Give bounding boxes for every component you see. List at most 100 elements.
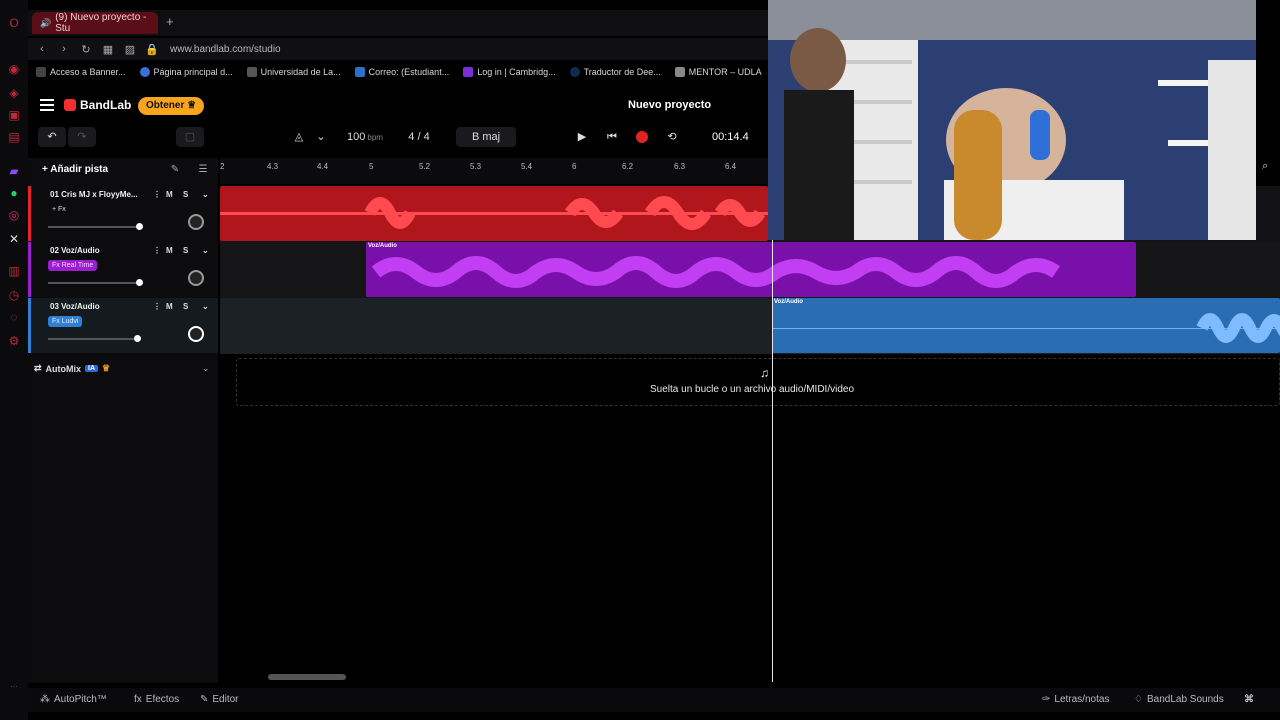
fx-button[interactable]: Fx Real Time (48, 260, 98, 271)
whatsapp-icon[interactable]: ● (7, 186, 21, 200)
volume-slider[interactable] (48, 279, 143, 286)
bookmark[interactable]: Log in | Cambridg... (463, 67, 556, 77)
volume-slider[interactable] (48, 223, 143, 230)
sidebar-app-icon[interactable]: ▣ (7, 108, 21, 122)
track-name[interactable]: 02 Voz/Audio (50, 246, 150, 255)
chevron-down-icon[interactable]: ⌄ (202, 363, 210, 374)
zoom-icon[interactable]: ⌕ (1262, 160, 1268, 173)
add-track-button[interactable]: + Añadir pista (42, 164, 108, 175)
record-button[interactable] (632, 127, 652, 147)
track-header-1[interactable]: 01 Cris MJ x FloyyMe... ⋮ M S ⌄ + Fx (28, 186, 218, 241)
volume-slider[interactable] (48, 335, 141, 342)
more-icon[interactable]: ··· (7, 680, 21, 694)
bpm-field[interactable]: 100 bpm (340, 127, 390, 147)
speaker-icon[interactable]: 🔊 (40, 18, 51, 29)
settings-icon[interactable]: ⚙ (7, 334, 21, 348)
chevron-down-icon[interactable]: ⌄ (202, 302, 209, 311)
autopitch-button[interactable]: ⁂ AutoPitch™ (40, 694, 107, 705)
track-header-3[interactable]: 03 Voz/Audio ⋮ M S ⌄ Fx Ludvi (28, 298, 218, 353)
get-membership-button[interactable]: Obtener ♕ (138, 97, 205, 115)
tabs-icon[interactable]: ▦ (100, 43, 116, 56)
sidebar-app-icon[interactable]: ◌ (7, 310, 21, 324)
opera-logo-icon[interactable]: O (7, 16, 21, 30)
bookmark[interactable]: Página principal d... (139, 67, 233, 77)
forward-icon[interactable]: › (56, 43, 72, 55)
track-header-2[interactable]: 02 Voz/Audio ⋮ M S ⌄ Fx Real Time (28, 242, 218, 297)
project-title[interactable]: Nuevo proyecto (628, 99, 711, 111)
url-field[interactable]: www.bandlab.com/studio (170, 44, 281, 55)
mixer-icon[interactable]: ☰ (196, 164, 210, 178)
new-tab-button[interactable]: + (166, 14, 174, 29)
sidebar-app-icon[interactable]: ◉ (7, 62, 21, 76)
lane-2[interactable]: Voz/Audio (220, 242, 1280, 298)
solo-button[interactable]: S (183, 190, 188, 199)
rewind-button[interactable]: ⏮ (602, 127, 622, 147)
bandlab-sounds-button[interactable]: ♢ BandLab Sounds (1134, 694, 1224, 705)
sidebar-app-icon[interactable]: ◈ (7, 86, 21, 100)
drop-zone[interactable] (236, 358, 1280, 406)
time-signature[interactable]: 4 / 4 (402, 127, 436, 147)
bandlab-logo[interactable]: BandLab (64, 98, 131, 112)
timeline-ruler[interactable]: 2 4.3 4.4 5 5.2 5.3 5.4 6 6.2 6.3 6.4 (220, 158, 768, 184)
redo-button[interactable]: ↷ (68, 127, 96, 147)
track-name[interactable]: 03 Voz/Audio (50, 302, 150, 311)
track-options-icon[interactable]: ⋮ (153, 246, 161, 255)
pan-knob[interactable] (188, 270, 204, 286)
metronome-icon[interactable]: ◬ (290, 127, 308, 147)
audio-clip[interactable]: Voz/Audio (772, 298, 1280, 353)
x-icon[interactable]: ✕ (7, 232, 21, 246)
bookmark[interactable]: Traductor de Dee... (569, 67, 661, 77)
lyrics-button[interactable]: ✑ Letras/notas (1042, 694, 1109, 705)
audio-clip[interactable] (220, 186, 768, 241)
mute-button[interactable]: M (166, 302, 173, 311)
wand-icon[interactable]: ✎ (168, 164, 182, 178)
fx-button[interactable]: + Fx (48, 204, 70, 215)
pan-knob[interactable] (188, 214, 204, 230)
track-name[interactable]: 01 Cris MJ x FloyyMe... (50, 190, 150, 199)
tab-active[interactable]: 🔊 (9) Nuevo proyecto - Stu (32, 12, 158, 34)
solo-button[interactable]: S (183, 246, 188, 255)
automix-section[interactable]: ⇄ AutoMix IA ♕ (34, 363, 110, 374)
ruler-tick: 5.4 (521, 162, 533, 171)
track-options-icon[interactable]: ⋮ (153, 302, 161, 311)
history-icon[interactable]: ◷ (7, 288, 21, 302)
mute-button[interactable]: M (166, 190, 173, 199)
back-icon[interactable]: ‹ (34, 43, 50, 55)
audio-clip[interactable]: Voz/Audio (366, 242, 1136, 297)
instagram-icon[interactable]: ◎ (7, 208, 21, 222)
bookmark[interactable]: MENTOR – UDLA (674, 67, 762, 77)
editor-button[interactable]: ✎ Editor (200, 694, 239, 705)
chevron-down-icon[interactable]: ⌄ (202, 190, 209, 199)
shortcuts-icon[interactable]: ⌘ (1244, 694, 1254, 705)
mute-button[interactable]: M (166, 246, 173, 255)
sidebar-app-icon[interactable]: ▥ (7, 264, 21, 278)
bookmark[interactable]: Universidad de La... (246, 67, 341, 77)
solo-button[interactable]: S (183, 302, 188, 311)
volume-handle[interactable] (136, 223, 143, 230)
bookmark[interactable]: Correo: (Estudiant... (354, 67, 449, 77)
playhead[interactable] (772, 240, 773, 682)
horizontal-scrollbar[interactable] (268, 674, 346, 680)
play-button[interactable]: ▶ (572, 127, 592, 147)
reload-icon[interactable]: ↻ (78, 43, 94, 56)
key-selector[interactable]: B maj (456, 127, 516, 147)
volume-handle[interactable] (136, 279, 143, 286)
sidebar-app-icon[interactable]: ▤ (7, 130, 21, 144)
bookmark-label: MENTOR – UDLA (688, 67, 762, 77)
chevron-down-icon[interactable]: ⌄ (202, 246, 209, 255)
menu-icon[interactable] (40, 99, 54, 111)
save-icon[interactable]: ▢ (176, 127, 204, 147)
effects-button[interactable]: fx Efectos (134, 694, 179, 705)
pan-knob[interactable] (188, 326, 204, 342)
tab-title: (9) Nuevo proyecto - Stu (55, 12, 147, 34)
extension-icon[interactable]: ▨ (122, 43, 138, 56)
volume-handle[interactable] (134, 335, 141, 342)
lane-3[interactable]: Voz/Audio (220, 298, 1280, 354)
undo-button[interactable]: ↶ (38, 127, 66, 147)
bookmark[interactable]: Acceso a Banner... (36, 67, 126, 77)
loop-button[interactable]: ⟲ (662, 127, 682, 147)
track-options-icon[interactable]: ⋮ (153, 190, 161, 199)
chevron-down-icon[interactable]: ⌄ (314, 127, 328, 147)
fx-button[interactable]: Fx Ludvi (48, 316, 83, 327)
twitch-icon[interactable]: ▰ (7, 164, 21, 178)
